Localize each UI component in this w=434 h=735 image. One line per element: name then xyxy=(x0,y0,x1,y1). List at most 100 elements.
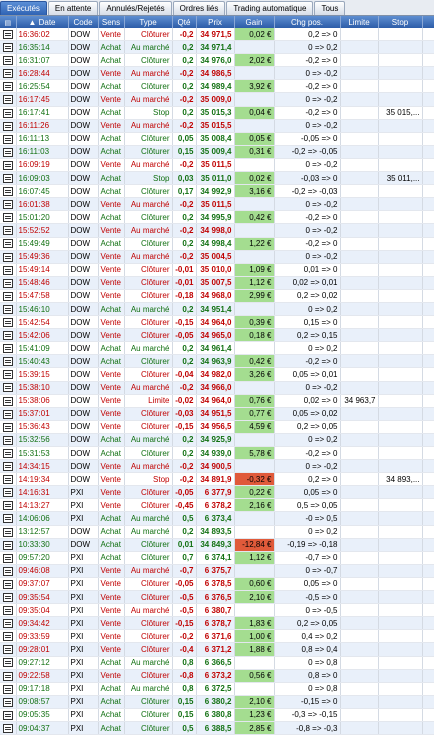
table-row[interactable]: 09:08:57 PXI Achat Clôturer 0,15 6 380,2 2,10 … xyxy=(0,695,434,709)
table-row[interactable]: 09:27:12 PXI Achat Au marché 0,8 6 366,5 0 => … xyxy=(0,656,434,670)
table-row[interactable]: 15:52:52 DOW Vente Au marché -0,2 34 998,0 0 =… xyxy=(0,223,434,238)
document-icon[interactable] xyxy=(2,108,13,118)
tab-2[interactable]: Annulés/Rejetés xyxy=(99,1,172,15)
table-row[interactable]: 16:17:45 DOW Vente Au marché -0,2 35 009,0 0 =… xyxy=(0,92,434,107)
table-row[interactable]: 16:09:03 DOW Achat Stop 0,03 35 011,0 0,02 € -0… xyxy=(0,171,434,186)
table-row[interactable]: 16:17:41 DOW Achat Stop 0,2 35 015,3 0,04 € -0,… xyxy=(0,106,434,120)
header-icons[interactable]: ▤ xyxy=(0,16,17,28)
table-row[interactable]: 15:32:56 DOW Achat Au marché 0,2 34 925,9 0 =>… xyxy=(0,433,434,448)
table-row[interactable]: 16:01:38 DOW Vente Au marché -0,2 35 011,5 0 =… xyxy=(0,197,434,212)
table-row[interactable]: 09:34:42 PXI Vente Clôturer -0,15 6 378,7 1,83… xyxy=(0,616,434,631)
column-header-qty[interactable]: Qté xyxy=(172,16,197,28)
table-row[interactable]: 14:34:15 DOW Vente Au marché -0,2 34 900,5 0 =… xyxy=(0,459,434,474)
document-icon[interactable] xyxy=(2,43,13,53)
table-row[interactable]: 15:49:49 DOW Achat Clôturer 0,2 34 998,4 1,22 … xyxy=(0,237,434,251)
table-row[interactable]: 13:12:57 DOW Achat Au marché 0,2 34 893,5 0 =>… xyxy=(0,525,434,539)
document-icon[interactable] xyxy=(2,422,13,432)
document-icon[interactable] xyxy=(2,200,13,210)
document-icon[interactable] xyxy=(2,606,13,616)
table-row[interactable]: 09:22:58 PXI Vente Clôturer -0,8 6 373,2 0,56 … xyxy=(0,669,434,683)
column-header-price[interactable]: Prix xyxy=(196,16,235,28)
document-icon[interactable] xyxy=(2,121,13,131)
document-icon[interactable] xyxy=(2,357,13,367)
tab-5[interactable]: Tous xyxy=(314,1,346,15)
table-row[interactable]: 16:11:13 DOW Achat Clôturer 0,05 35 008,4 0,05… xyxy=(0,132,434,146)
table-row[interactable]: 15:40:43 DOW Achat Clôturer 0,2 34 963,9 0,42 … xyxy=(0,354,434,369)
document-icon[interactable] xyxy=(2,514,13,524)
document-icon[interactable] xyxy=(2,566,13,576)
document-icon[interactable] xyxy=(2,553,13,563)
table-row[interactable]: 15:49:36 DOW Vente Au marché -0,2 35 004,5 0 =… xyxy=(0,250,434,264)
table-row[interactable]: 14:19:34 DOW Vente Stop -0,2 34 891,9 -0,32 €0… xyxy=(0,472,434,487)
document-icon[interactable] xyxy=(2,475,13,485)
table-row[interactable]: 15:38:10 DOW Vente Au marché -0,2 34 966,0 0 =… xyxy=(0,381,434,395)
table-row[interactable]: 14:13:27 PXI Vente Clôturer -0,45 6 378,2 2,16… xyxy=(0,498,434,513)
table-row[interactable]: 16:36:02 DOW Vente Clôturer -0,2 34 971,5 0,02… xyxy=(0,28,434,42)
document-icon[interactable] xyxy=(2,147,13,157)
document-icon[interactable] xyxy=(2,462,13,472)
document-icon[interactable] xyxy=(2,448,13,458)
tab-3[interactable]: Ordres liés xyxy=(172,1,226,15)
column-header-type[interactable]: Type xyxy=(124,16,173,28)
document-icon[interactable] xyxy=(2,252,13,262)
document-icon[interactable] xyxy=(2,697,13,707)
document-icon[interactable] xyxy=(2,69,13,79)
document-icon[interactable] xyxy=(2,619,13,629)
document-icon[interactable] xyxy=(2,501,13,511)
document-icon[interactable] xyxy=(2,187,13,197)
table-row[interactable]: 15:38:06 DOW Vente Limite -0,02 34 964,0 0,76 … xyxy=(0,394,434,408)
document-icon[interactable] xyxy=(2,658,13,668)
document-icon[interactable] xyxy=(2,671,13,681)
document-icon[interactable] xyxy=(2,239,13,249)
document-icon[interactable] xyxy=(2,173,13,183)
document-icon[interactable] xyxy=(2,318,13,327)
document-icon[interactable] xyxy=(2,370,13,380)
document-icon[interactable] xyxy=(2,632,13,642)
table-row[interactable]: 15:37:01 DOW Vente Clôturer -0,03 34 951,5 0,7… xyxy=(0,407,434,421)
document-icon[interactable] xyxy=(2,488,13,498)
table-row[interactable]: 15:47:58 DOW Vente Clôturer -0,18 34 968,0 2,9… xyxy=(0,289,434,303)
table-row[interactable]: 15:42:06 DOW Vente Clôturer -0,05 34 965,0 0,1… xyxy=(0,328,434,343)
column-header-gain[interactable]: Gain xyxy=(234,16,275,28)
column-header-date[interactable]: ▲ Date xyxy=(16,16,69,28)
column-header-sens[interactable]: Sens xyxy=(98,16,125,28)
document-icon[interactable] xyxy=(2,710,13,720)
table-row[interactable]: 16:11:26 DOW Vente Au marché -0,2 35 015,5 0 =… xyxy=(0,119,434,133)
table-row[interactable]: 14:16:31 PXI Vente Clôturer -0,05 6 377,9 0,22… xyxy=(0,485,434,500)
table-row[interactable]: 09:17:18 PXI Achat Au marché 0,8 6 372,5 0 => … xyxy=(0,682,434,696)
column-header-chg-pos[interactable]: Chg pos. xyxy=(274,16,341,28)
document-icon[interactable] xyxy=(2,278,13,288)
wrench-icon[interactable]: ▤ xyxy=(4,20,11,27)
table-row[interactable]: 16:09:19 DOW Vente Au marché -0,2 35 011,5 0 =… xyxy=(0,158,434,173)
table-row[interactable]: 16:28:44 DOW Vente Au marché -0,2 34 986,5 0 =… xyxy=(0,66,434,81)
table-row[interactable]: 15:42:54 DOW Vente Clôturer -0,15 34 964,0 0,3… xyxy=(0,315,434,330)
document-icon[interactable] xyxy=(2,95,13,105)
table-row[interactable]: 09:57:20 PXI Achat Clôturer 0,7 6 374,1 1,12 €… xyxy=(0,551,434,565)
table-row[interactable]: 14:06:06 PXI Achat Au marché 0,5 6 373,4 -0 =>… xyxy=(0,511,434,526)
table-row[interactable]: 09:05:35 PXI Achat Clôturer 0,15 6 380,8 1,23 … xyxy=(0,708,434,722)
document-icon[interactable] xyxy=(2,56,13,66)
table-row[interactable]: 09:33:59 PXI Vente Clôturer -0,2 6 371,6 1,00 … xyxy=(0,629,434,644)
document-icon[interactable] xyxy=(2,291,13,301)
tab-0[interactable]: Exécutés xyxy=(0,1,47,15)
document-icon[interactable] xyxy=(2,396,13,406)
document-icon[interactable] xyxy=(2,592,13,602)
document-icon[interactable] xyxy=(2,723,13,733)
document-icon[interactable] xyxy=(2,331,13,341)
document-icon[interactable] xyxy=(2,134,13,144)
table-row[interactable]: 16:11:03 DOW Achat Clôturer 0,15 35 009,4 0,31… xyxy=(0,145,434,159)
table-row[interactable]: 09:46:08 PXI Vente Au marché -0,7 6 375,7 0 =>… xyxy=(0,564,434,578)
table-row[interactable]: 09:28:01 PXI Vente Clôturer -0,4 6 371,2 1,88 … xyxy=(0,642,434,657)
table-row[interactable]: 09:37:07 PXI Vente Clôturer -0,05 6 378,5 0,60… xyxy=(0,577,434,592)
table-row[interactable]: 15:46:10 DOW Achat Au marché 0,2 34 951,4 0 =>… xyxy=(0,302,434,317)
tab-1[interactable]: En attente xyxy=(47,1,99,15)
table-row[interactable]: 16:25:54 DOW Achat Clôturer 0,2 34 989,4 3,92 … xyxy=(0,79,434,94)
table-row[interactable]: 15:31:53 DOW Achat Clôturer 0,2 34 939,0 5,78 … xyxy=(0,446,434,461)
document-icon[interactable] xyxy=(2,540,13,550)
document-icon[interactable] xyxy=(2,579,13,589)
document-icon[interactable] xyxy=(2,213,13,223)
document-icon[interactable] xyxy=(2,383,13,393)
table-row[interactable]: 09:35:54 PXI Vente Clôturer -0,5 6 376,5 2,10 … xyxy=(0,590,434,605)
table-row[interactable]: 15:01:20 DOW Achat Clôturer 0,2 34 995,9 0,42 … xyxy=(0,210,434,225)
table-row[interactable]: 15:48:46 DOW Vente Clôturer -0,01 35 007,5 1,1… xyxy=(0,276,434,290)
